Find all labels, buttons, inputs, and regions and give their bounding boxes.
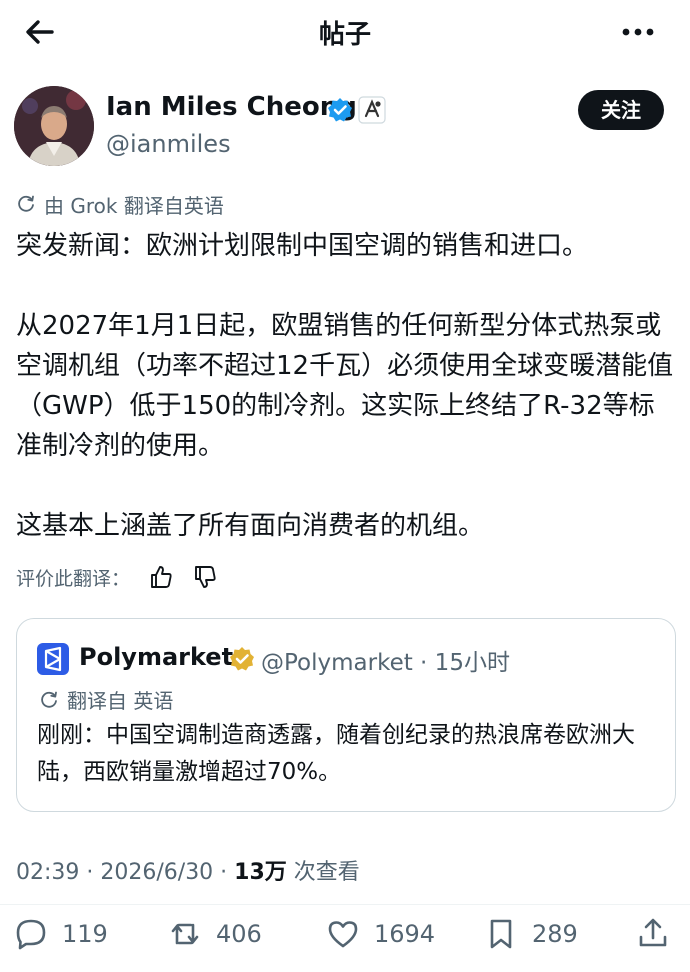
reply-icon bbox=[16, 919, 46, 950]
translation-note[interactable]: 由 Grok 翻译自英语 bbox=[16, 190, 224, 218]
quoted-post[interactable]: Polymarket @Polymarket · 15小时 翻译自 英语 刚刚：… bbox=[16, 618, 676, 812]
polymarket-logo bbox=[37, 643, 69, 675]
translation-note-text: 由 Grok 翻译自英语 bbox=[44, 193, 224, 218]
quote-meta: @Polymarket · 15小时 bbox=[261, 650, 510, 676]
heart-icon bbox=[328, 921, 358, 948]
top-bar: 帖子 bbox=[0, 0, 690, 64]
avatar[interactable] bbox=[14, 86, 94, 166]
page-title: 帖子 bbox=[318, 20, 371, 50]
quote-author-name: Polymarket bbox=[79, 643, 234, 671]
more-icon[interactable] bbox=[618, 18, 658, 46]
thumbs-down-icon[interactable] bbox=[192, 564, 218, 590]
like-count: 1694 bbox=[374, 920, 436, 948]
thumbs-up-icon[interactable] bbox=[148, 564, 174, 590]
rate-translation-label: 评价此翻译： bbox=[16, 567, 131, 590]
author-name[interactable]: Ian Miles Cheong bbox=[106, 92, 357, 122]
reply-button[interactable]: 119 bbox=[14, 914, 108, 954]
translate-icon bbox=[18, 195, 34, 212]
bookmark-icon bbox=[490, 919, 512, 949]
quote-text: 刚刚：中国空调制造商透露，随着创纪录的热浪席卷欧洲大陆，西欧销量激增超过70%。 bbox=[37, 722, 635, 785]
affiliate-badge-icon bbox=[358, 96, 386, 124]
share-icon[interactable] bbox=[636, 916, 670, 950]
follow-button[interactable]: 关注 bbox=[578, 90, 664, 130]
reply-count: 119 bbox=[62, 920, 108, 948]
repost-count: 406 bbox=[216, 920, 262, 948]
post-timestamp: 02:39 · 2026/6/30 · bbox=[16, 860, 235, 885]
gold-verified-badge-icon bbox=[230, 647, 254, 671]
quote-translation-note-text: 翻译自 英语 bbox=[67, 689, 174, 713]
repost-icon bbox=[171, 923, 199, 945]
quote-translation-note[interactable]: 翻译自 英语 bbox=[39, 685, 173, 714]
bookmark-button[interactable]: 289 bbox=[484, 914, 578, 954]
repost-button[interactable]: 406 bbox=[168, 914, 262, 954]
view-count-label: 次查看 bbox=[286, 860, 360, 885]
divider bbox=[0, 904, 690, 905]
bookmark-count: 289 bbox=[532, 920, 578, 948]
author-handle[interactable]: @ianmiles bbox=[106, 130, 231, 158]
like-button[interactable]: 1694 bbox=[326, 914, 435, 954]
view-count[interactable]: 13万 bbox=[234, 860, 287, 885]
rate-translation: 评价此翻译： bbox=[16, 562, 218, 592]
post-stats: 02:39 · 2026/6/30 · 13万 次查看 bbox=[16, 854, 360, 886]
translate-icon bbox=[41, 691, 57, 708]
verified-badge-icon bbox=[328, 98, 352, 122]
post-text: 突发新闻：欧洲计划限制中国空调的销售和进口。 从2027年1月1日起，欧盟销售的… bbox=[16, 231, 674, 541]
